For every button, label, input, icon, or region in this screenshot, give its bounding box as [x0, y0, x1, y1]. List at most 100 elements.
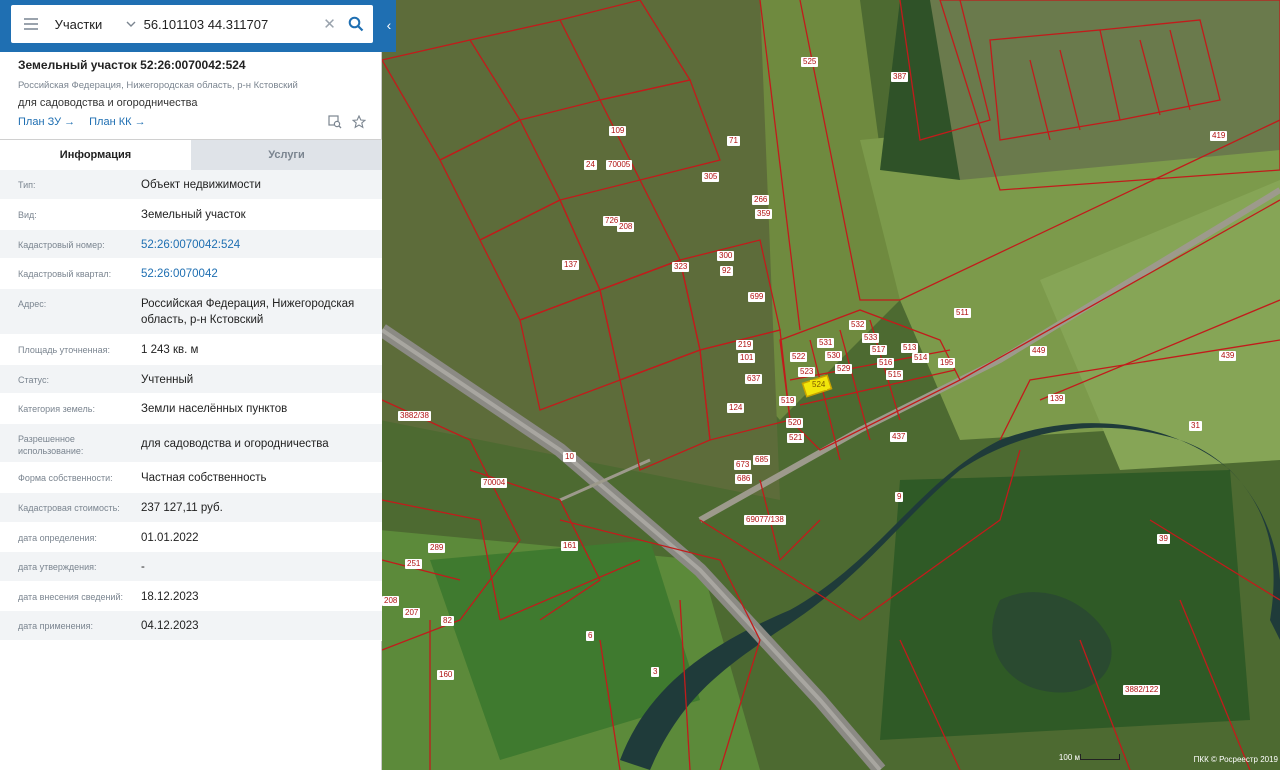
parcel-label[interactable]: 70004	[481, 478, 508, 488]
parcel-label[interactable]: 517	[870, 345, 888, 355]
parcel-label[interactable]: 195	[938, 358, 956, 368]
parcel-label[interactable]: 161	[561, 541, 579, 551]
star-icon[interactable]	[351, 114, 367, 130]
parcel-label[interactable]: 439	[1219, 351, 1237, 361]
parcel-label[interactable]: 513	[901, 343, 919, 353]
parcel-label[interactable]: 24	[584, 160, 597, 170]
property-row: Адрес: Российская Федерация, Нижегородска…	[0, 289, 382, 335]
parcel-label[interactable]: 532	[849, 320, 867, 330]
parcel-label[interactable]: 533	[862, 333, 880, 343]
map-copyright: ПКК © Росреестр 2019	[1193, 755, 1278, 764]
parcel-label[interactable]: 160	[437, 670, 455, 680]
property-value: Земельный участок	[141, 209, 246, 221]
property-row: Тип: Объект недвижимости	[0, 170, 382, 200]
parcel-label[interactable]: 109	[609, 126, 627, 136]
menu-icon[interactable]	[11, 5, 51, 43]
parcel-label[interactable]: 673	[734, 460, 752, 470]
close-icon[interactable]: ✕	[320, 5, 340, 43]
parcel-label[interactable]: 522	[790, 352, 808, 362]
property-row: Кадастровый квартал: 52:26:0070042	[0, 259, 382, 289]
object-address: Российская Федерация, Нижегородская обла…	[18, 80, 298, 91]
parcel-label[interactable]: 419	[1210, 131, 1228, 141]
parcel-label[interactable]: 9	[895, 492, 904, 502]
property-value: для садоводства и огородничества	[141, 438, 329, 450]
parcel-label[interactable]: 699	[748, 292, 766, 302]
plan-kk-link[interactable]: План КК →	[89, 116, 145, 128]
cadastral-number-link[interactable]: 52:26:0070042:524	[141, 230, 382, 253]
parcel-label[interactable]: 208	[617, 222, 635, 232]
parcel-label[interactable]: 70005	[606, 160, 633, 170]
parcel-label[interactable]: 10	[563, 452, 576, 462]
parcel-label[interactable]: 300	[717, 251, 735, 261]
parcel-label[interactable]: 323	[672, 262, 690, 272]
parcel-label[interactable]: 207	[403, 608, 421, 618]
chevron-left-icon[interactable]: ‹	[382, 14, 396, 36]
search-input[interactable]	[141, 5, 320, 43]
parcel-label[interactable]: 3882/38	[398, 411, 431, 421]
parcel-label[interactable]: 289	[428, 543, 446, 553]
parcel-label[interactable]: 515	[886, 370, 904, 380]
selected-parcel-label[interactable]: 524	[810, 380, 828, 390]
property-row: дата применения: 04.12.2023	[0, 611, 382, 641]
parcel-label[interactable]: 266	[752, 195, 770, 205]
parcel-label[interactable]: 39	[1157, 534, 1170, 544]
search-bar: Участки ✕	[0, 0, 396, 52]
parcel-label[interactable]: 387	[891, 72, 909, 82]
zoom-to-object-icon[interactable]	[327, 114, 343, 130]
parcel-label[interactable]: 31	[1189, 421, 1202, 431]
parcel-label[interactable]: 92	[720, 266, 733, 276]
object-type-select[interactable]: Участки	[51, 5, 142, 43]
parcel-label[interactable]: 3	[651, 667, 660, 677]
parcel-label[interactable]: 6	[586, 631, 595, 641]
parcel-label[interactable]: 511	[954, 308, 971, 318]
parcel-label[interactable]: 529	[835, 364, 853, 374]
parcel-label[interactable]: 101	[738, 353, 756, 363]
parcel-label[interactable]: 124	[727, 403, 745, 413]
parcel-label[interactable]: 685	[753, 455, 771, 465]
parcel-label[interactable]: 69077/138	[744, 515, 786, 525]
property-value: Частная собственность	[141, 472, 267, 484]
parcel-label[interactable]: 516	[877, 358, 895, 368]
parcel-label[interactable]: 139	[1048, 394, 1066, 404]
parcel-label[interactable]: 219	[736, 340, 754, 350]
property-key: дата утверждения:	[18, 562, 97, 572]
object-use: для садоводства и огородничества	[18, 97, 198, 109]
property-key: Тип:	[18, 180, 36, 190]
property-row: дата утверждения: -	[0, 552, 382, 582]
property-key: Форма собственности:	[18, 473, 113, 483]
parcel-label[interactable]: 82	[441, 616, 454, 626]
cadastral-quarter-link[interactable]: 52:26:0070042	[141, 259, 382, 282]
property-key: Статус:	[18, 375, 49, 385]
property-key: Площадь уточненная:	[18, 345, 110, 355]
parcel-label[interactable]: 521	[787, 433, 805, 443]
property-row: дата внесения сведений: 18.12.2023	[0, 582, 382, 611]
chevron-down-icon	[126, 21, 136, 27]
parcel-label[interactable]: 686	[735, 474, 753, 484]
property-value: 04.12.2023	[141, 620, 199, 632]
parcel-label[interactable]: 449	[1030, 346, 1048, 356]
parcel-label[interactable]: 359	[755, 209, 773, 219]
parcel-label[interactable]: 530	[825, 351, 843, 361]
parcel-label[interactable]: 519	[779, 396, 797, 406]
tab-services[interactable]: Услуги	[191, 140, 382, 170]
parcel-label[interactable]: 208	[382, 596, 400, 606]
parcel-label[interactable]: 520	[786, 418, 804, 428]
parcel-label[interactable]: 523	[798, 367, 816, 377]
property-row: Форма собственности: Частная собственност…	[0, 463, 382, 493]
parcel-label[interactable]: 251	[405, 559, 423, 569]
tab-info[interactable]: Информация	[0, 140, 191, 170]
parcel-label[interactable]: 305	[702, 172, 720, 182]
parcel-label[interactable]: 71	[727, 136, 740, 146]
plan-zu-link[interactable]: План ЗУ →	[18, 116, 75, 128]
parcel-label[interactable]: 437	[890, 432, 908, 442]
parcel-label[interactable]: 3882/122	[1123, 685, 1161, 695]
parcel-label[interactable]: 531	[817, 338, 835, 348]
parcel-label[interactable]: 514	[912, 353, 930, 363]
property-row: дата определения: 01.01.2022	[0, 523, 382, 552]
parcel-label[interactable]: 637	[745, 374, 763, 384]
property-row: Кадастровый номер: 52:26:0070042:524	[0, 230, 382, 259]
search-icon[interactable]	[339, 5, 373, 43]
parcel-label[interactable]: 525	[801, 57, 819, 67]
parcel-label[interactable]: 137	[562, 260, 580, 270]
tabs: Информация Услуги	[0, 139, 382, 170]
